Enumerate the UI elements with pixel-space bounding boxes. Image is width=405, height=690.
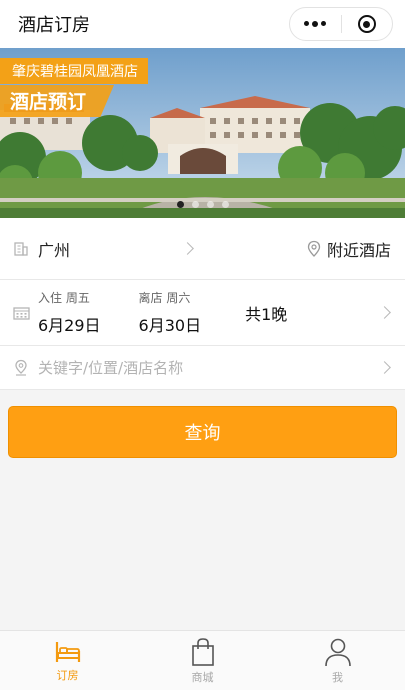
- tab-label: 订房: [56, 668, 79, 682]
- city-row[interactable]: 广州 附近酒店: [0, 218, 405, 280]
- carousel-indicator: [0, 201, 405, 208]
- header-bar: 酒店订房: [0, 0, 405, 48]
- tab-label: 我: [332, 670, 343, 684]
- hotel-banner-carousel[interactable]: 肇庆碧桂园凤凰酒店 酒店预订: [0, 48, 405, 218]
- checkin-label: 入住 周五: [38, 291, 90, 305]
- location-pin-icon: [307, 240, 321, 257]
- nights-count: 共1晚: [245, 304, 288, 324]
- ribbon-hotel-name: 肇庆碧桂园凤凰酒店: [0, 58, 148, 84]
- chevron-right-icon: [181, 242, 194, 255]
- carousel-dot[interactable]: [206, 201, 214, 208]
- close-mini-program-button[interactable]: [342, 8, 393, 40]
- page-title: 酒店订房: [18, 15, 90, 36]
- checkin-date: 6月29日: [38, 316, 101, 335]
- checkout-block[interactable]: 离店 周六 6月30日: [139, 289, 202, 336]
- carousel-dot[interactable]: [176, 201, 184, 208]
- user-icon: [324, 638, 351, 666]
- tab-me[interactable]: 我: [270, 631, 405, 690]
- checkout-date: 6月30日: [138, 316, 202, 335]
- bottom-tab-bar: 订房 商城 我: [0, 630, 405, 690]
- promo-ribbon: 肇庆碧桂园凤凰酒店 酒店预订: [0, 58, 148, 117]
- city-value: 广州: [38, 240, 71, 260]
- location-pin-icon: [10, 359, 32, 376]
- checkin-block[interactable]: 入住 周五 6月29日: [38, 289, 101, 336]
- keyword-row[interactable]: [0, 346, 405, 390]
- carousel-dot[interactable]: [221, 201, 229, 208]
- building-icon: [10, 241, 32, 257]
- nearby-hotels-button[interactable]: 附近酒店: [306, 237, 391, 261]
- more-dots-icon: [304, 21, 327, 27]
- date-row[interactable]: 入住 周五 6月29日 离店 周六 6月30日 共1晚: [0, 280, 405, 346]
- bed-icon: [55, 641, 80, 662]
- ribbon-headline: 酒店预订: [0, 85, 115, 117]
- shopping-bag-icon: [191, 637, 214, 666]
- more-menu-button[interactable]: [290, 8, 341, 40]
- target-close-icon: [357, 15, 376, 33]
- search-button[interactable]: 查询: [8, 406, 397, 458]
- tab-mall[interactable]: 商城: [135, 631, 270, 690]
- calendar-icon: [10, 306, 32, 320]
- carousel-dot[interactable]: [191, 201, 199, 208]
- search-button-wrap: 查询: [0, 390, 405, 458]
- tab-label: 商城: [191, 670, 214, 684]
- keyword-search-input[interactable]: [38, 358, 318, 377]
- nearby-hotels-label: 附近酒店: [326, 240, 391, 260]
- tab-booking[interactable]: 订房: [0, 631, 135, 690]
- checkout-label: 离店 周六: [138, 291, 191, 305]
- booking-form: 广州 附近酒店 入住 周五 6月29日 离店 周六 6月30日 共1晚: [0, 218, 405, 390]
- mini-program-capsule: [289, 7, 393, 41]
- chevron-right-icon: [378, 360, 391, 374]
- chevron-right-icon: [378, 305, 391, 319]
